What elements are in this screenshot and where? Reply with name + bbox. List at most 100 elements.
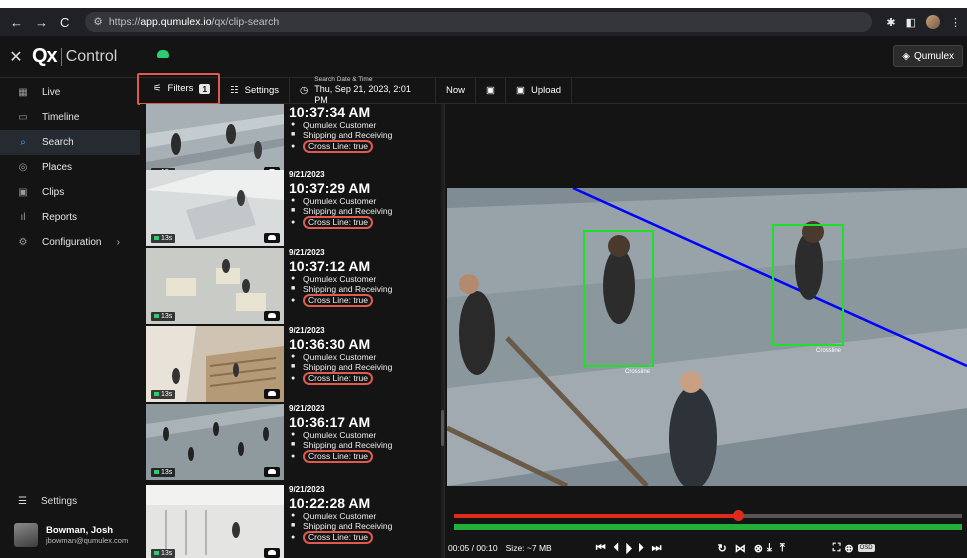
save-button[interactable]: ▣ bbox=[476, 77, 506, 104]
avatar bbox=[14, 523, 38, 547]
cloud-icon bbox=[264, 467, 280, 477]
step-back-icon[interactable]: ⏴ bbox=[614, 542, 620, 555]
filters-button[interactable]: ⚟ Filters 1 bbox=[137, 72, 221, 105]
detection-box bbox=[583, 230, 654, 367]
skip-start-icon[interactable]: ⏮ bbox=[596, 542, 606, 555]
download-icon[interactable]: ⤓ bbox=[767, 542, 772, 555]
browser-actions: ✱ ◧ ⋮ bbox=[886, 15, 961, 29]
location-pin-icon: ● bbox=[291, 275, 296, 282]
progress-knob[interactable] bbox=[733, 510, 745, 521]
clock-icon: ◷ bbox=[300, 85, 309, 96]
list-item[interactable]: 13s 9/21/2023 10:37:12 AM ● Qumulex Custo… bbox=[146, 248, 444, 326]
osd-button[interactable]: OSD bbox=[857, 544, 875, 552]
location-icon: ◎ bbox=[18, 162, 28, 173]
chevron-right-icon: › bbox=[116, 237, 120, 248]
sidebar-item-label: Timeline bbox=[42, 112, 80, 123]
list-item[interactable]: 13s 9/21/2023 10:36:17 AM ● Qumulex Custo… bbox=[146, 404, 444, 482]
list-item[interactable]: 13s 9/21/2023 10:22:28 AM ● Qumulex Custo… bbox=[146, 485, 444, 558]
address-bar[interactable]: ⚙ https://app.qumulex.io/qx/clip-search bbox=[85, 12, 873, 32]
step-forward-icon[interactable]: ⏵ bbox=[638, 542, 644, 555]
clip-event-text: Cross Line: true bbox=[303, 531, 373, 544]
filters-label: Filters bbox=[167, 83, 194, 94]
sidebar-settings[interactable]: ☰ Settings bbox=[18, 496, 77, 507]
org-icon: ◈ bbox=[902, 50, 910, 62]
clip-site-text: Qumulex Customer bbox=[303, 352, 377, 362]
clip-event-text: Cross Line: true bbox=[303, 294, 373, 307]
trim-icon[interactable]: ⋈ bbox=[735, 542, 746, 555]
upload-button[interactable]: ▣ Upload bbox=[506, 77, 573, 104]
player-controls: 00:05 / 00:10 Size: ~7 MB ⏮ ⏴ ⏵ ⏵ ⏭ ↻ ⋈ … bbox=[448, 540, 967, 556]
sidebar-item-search[interactable]: ⌕ Search bbox=[0, 130, 140, 155]
sidebar-item-clips[interactable]: ▣ Clips bbox=[0, 180, 140, 205]
logo-divider bbox=[60, 47, 62, 66]
clip-date: 9/21/2023 bbox=[289, 326, 325, 335]
clip-date: 9/21/2023 bbox=[289, 485, 325, 494]
recording-timeline[interactable] bbox=[454, 524, 962, 530]
play-icon[interactable]: ⏵ bbox=[625, 540, 632, 557]
video-frame[interactable]: Crossline Crossline bbox=[447, 188, 967, 486]
sidepanel-icon[interactable]: ◧ bbox=[906, 16, 916, 29]
profile-icon[interactable] bbox=[926, 15, 940, 29]
share-icon[interactable]: ⤒ bbox=[780, 542, 785, 555]
clip-duration: 13s bbox=[151, 312, 176, 321]
filters-count-badge: 1 bbox=[199, 83, 211, 94]
clip-thumbnail[interactable]: 13s bbox=[146, 104, 284, 180]
cloud-status-icon bbox=[157, 50, 169, 58]
camera-icon: ■ bbox=[291, 363, 296, 370]
clip-camera: ■ Shipping and Receiving bbox=[289, 440, 439, 450]
sidebar-item-configuration[interactable]: ⚙ Configuration › bbox=[0, 230, 140, 255]
upload-label: Upload bbox=[530, 85, 562, 96]
info-icon: ● bbox=[291, 218, 296, 226]
fullscreen-icon[interactable]: ⛶ bbox=[833, 542, 841, 555]
settings-button[interactable]: ☷ Settings bbox=[220, 77, 290, 104]
location-pin-icon: ● bbox=[291, 121, 296, 128]
org-button-label: Qumulex bbox=[913, 50, 954, 62]
sidebar-item-places[interactable]: ◎ Places bbox=[0, 155, 140, 180]
menu-icon[interactable]: ⋮ bbox=[950, 16, 961, 29]
clip-site: ● Qumulex Customer bbox=[289, 430, 439, 440]
close-icon[interactable]: ✕ bbox=[0, 47, 32, 67]
clip-time: 10:37:29 AM bbox=[289, 180, 371, 196]
clip-site: ● Qumulex Customer bbox=[289, 352, 439, 362]
site-info-icon[interactable]: ⚙ bbox=[93, 16, 102, 28]
clip-time: 10:22:28 AM bbox=[289, 495, 371, 511]
clip-event-text: Cross Line: true bbox=[303, 372, 373, 385]
org-button[interactable]: ◈ Qumulex bbox=[893, 45, 963, 67]
grid-icon: ▦ bbox=[18, 87, 28, 98]
playback-progress[interactable] bbox=[454, 510, 962, 521]
clip-duration: 13s bbox=[151, 549, 176, 558]
clip-duration: 13s bbox=[151, 234, 176, 243]
camera-icon: ■ bbox=[291, 131, 296, 138]
info-icon: ● bbox=[291, 374, 296, 382]
clip-thumbnail[interactable]: 13s bbox=[146, 170, 284, 246]
clip-thumbnail[interactable]: 13s bbox=[146, 485, 284, 558]
clip-meta: 9/21/2023 10:22:28 AM ● Qumulex Customer … bbox=[289, 485, 439, 544]
now-button[interactable]: Now bbox=[436, 77, 477, 104]
close-circle-icon[interactable]: ⊗ bbox=[754, 542, 763, 555]
sidebar-item-label: Places bbox=[42, 162, 73, 173]
extensions-icon[interactable]: ✱ bbox=[886, 16, 895, 29]
clip-thumbnail[interactable]: 13s bbox=[146, 404, 284, 480]
sidebar-item-timeline[interactable]: ▭ Timeline bbox=[0, 105, 140, 130]
skip-end-icon[interactable]: ⏭ bbox=[652, 542, 662, 555]
user-profile[interactable]: Bowman, Josh jbowman@qumulex.com bbox=[14, 523, 128, 547]
playback-time: 00:05 / 00:10 bbox=[448, 543, 498, 553]
zoom-icon[interactable]: ⊕ bbox=[844, 542, 853, 555]
clip-thumbnail[interactable]: 13s bbox=[146, 326, 284, 402]
clip-time: 10:36:30 AM bbox=[289, 336, 371, 352]
back-icon[interactable]: ← bbox=[10, 15, 23, 30]
loop-icon[interactable]: ↻ bbox=[718, 542, 727, 555]
reload-icon[interactable]: C bbox=[60, 15, 69, 30]
clip-thumbnail[interactable]: 13s bbox=[146, 248, 284, 324]
info-icon: ● bbox=[291, 533, 296, 541]
sidebar-item-reports[interactable]: ıl Reports bbox=[0, 205, 140, 230]
location-pin-icon: ● bbox=[291, 512, 296, 519]
search-date-picker[interactable]: ◷ Search Date & Time Thu, Sep 21, 2023, … bbox=[290, 75, 436, 105]
clip-event-text: Cross Line: true bbox=[303, 140, 373, 153]
user-name: Bowman, Josh bbox=[46, 525, 114, 536]
sidebar-item-live[interactable]: ▦ Live bbox=[0, 80, 140, 105]
forward-icon[interactable]: → bbox=[35, 15, 48, 30]
date-picker-label: Search Date & Time bbox=[314, 75, 373, 83]
list-item[interactable]: 13s 9/21/2023 10:37:29 AM ● Qumulex Custo… bbox=[146, 170, 444, 248]
list-item[interactable]: 13s 9/21/2023 10:36:30 AM ● Qumulex Custo… bbox=[146, 326, 444, 404]
